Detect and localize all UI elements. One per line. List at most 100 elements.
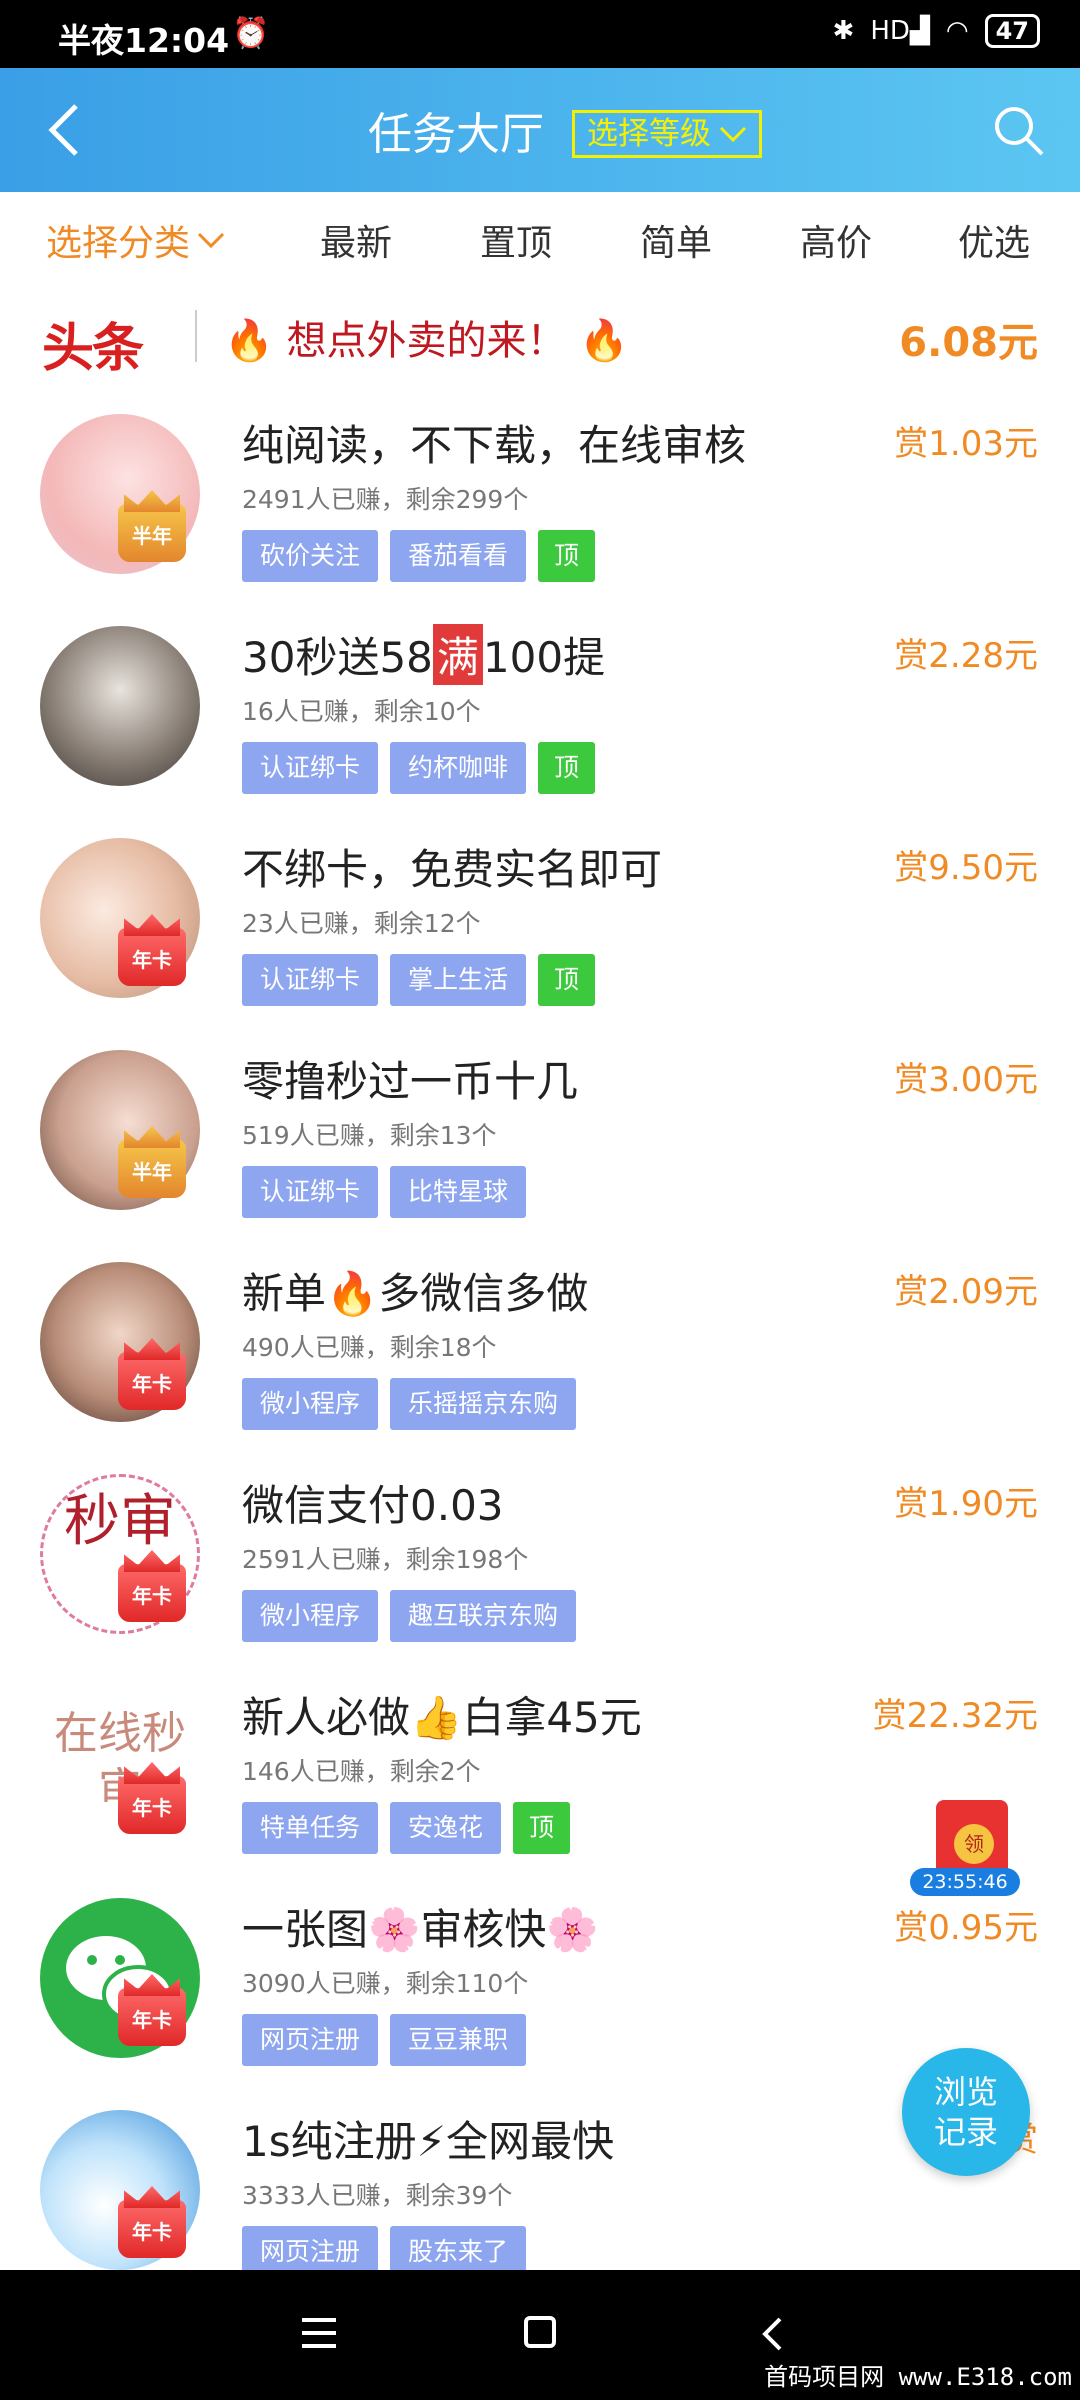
flower-icon: 🌸 xyxy=(546,1905,599,1954)
task-title: 新人必做👍白拿45元 xyxy=(242,1693,642,1742)
task-tag: 认证绑卡 xyxy=(242,742,379,794)
crown-badge: 半年 xyxy=(118,1140,186,1198)
crown-badge: 年卡 xyxy=(118,1352,186,1410)
task-tag: 认证绑卡 xyxy=(242,1166,379,1218)
crown-badge: 年卡 xyxy=(118,2200,186,2258)
task-title: 不绑卡，免费实名即可 xyxy=(242,845,663,894)
task-reward: 赏2.09元 xyxy=(894,1272,1038,1312)
crown-badge: 年卡 xyxy=(118,1564,186,1622)
task-reward: 赏2.28元 xyxy=(894,636,1038,676)
task-title: 微信支付0.03 xyxy=(242,1481,504,1530)
battery-icon: 47 xyxy=(984,14,1040,48)
page-title: 任务大厅 xyxy=(368,109,544,160)
task-reward: 赏0.95元 xyxy=(894,1908,1038,1948)
pinned-tag: 顶 xyxy=(538,954,596,1006)
task-list: 半年 纯阅读，不下载，在线审核 赏1.03元 2491人已赚，剩余299个 砍价… xyxy=(0,384,1080,2292)
task-item[interactable]: 秒审 年卡 微信支付0.03 赏1.90元 2591人已赚，剩余198个 微小程… xyxy=(0,1444,1080,1656)
task-stats: 2491人已赚，剩余299个 xyxy=(242,485,529,514)
tab-featured[interactable]: 优选 xyxy=(958,214,1030,266)
crown-badge: 年卡 xyxy=(118,928,186,986)
task-tag: 掌上生活 xyxy=(390,954,527,1006)
status-icons: ✱ HD▟ ◠ 47 xyxy=(833,14,1040,48)
status-bar: 半夜12:04 ⏰ ✱ HD▟ ◠ 47 xyxy=(0,0,1080,68)
alarm-icon: ⏰ xyxy=(232,16,270,51)
crown-badge: 年卡 xyxy=(118,1776,186,1834)
task-tag: 比特星球 xyxy=(390,1166,527,1218)
task-stats: 146人已赚，剩余2个 xyxy=(242,1757,481,1786)
task-tag: 豆豆兼职 xyxy=(390,2014,527,2066)
search-icon[interactable] xyxy=(990,102,1046,158)
headline-logo: 头条 xyxy=(42,319,144,379)
wifi-icon: ◠ xyxy=(945,16,969,46)
home-icon[interactable] xyxy=(524,2316,556,2348)
task-reward: 赏9.50元 xyxy=(894,848,1038,888)
fire-icon: 🔥 xyxy=(224,318,274,364)
crown-badge: 年卡 xyxy=(118,1988,186,2046)
pinned-tag: 顶 xyxy=(538,742,596,794)
task-tag: 特单任务 xyxy=(242,1802,379,1854)
chevron-down-icon xyxy=(719,126,747,143)
task-tag: 约杯咖啡 xyxy=(390,742,527,794)
task-title: 新单🔥多微信多做 xyxy=(242,1269,589,1318)
signal-icon: HD▟ xyxy=(870,16,930,46)
task-title: 零撸秒过一币十几 xyxy=(242,1057,579,1106)
category-select-label: 选择分类 xyxy=(46,223,191,264)
task-tag: 乐摇摇京东购 xyxy=(390,1378,577,1430)
task-tag: 安逸花 xyxy=(390,1802,502,1854)
task-tag: 微小程序 xyxy=(242,1378,379,1430)
task-item[interactable]: 半年 纯阅读，不下载，在线审核 赏1.03元 2491人已赚，剩余299个 砍价… xyxy=(0,384,1080,596)
status-time: 半夜12:04 xyxy=(58,21,230,60)
chevron-down-icon xyxy=(197,232,225,249)
level-select[interactable]: 选择等级 xyxy=(572,110,762,158)
red-packet-widget[interactable]: 领 23:55:46 xyxy=(900,1800,1030,1900)
divider xyxy=(195,310,197,362)
menu-icon[interactable] xyxy=(302,2318,336,2357)
browse-history-button[interactable]: 浏览 记录 xyxy=(902,2048,1030,2176)
pinned-tag: 顶 xyxy=(513,1802,571,1854)
task-stats: 490人已赚，剩余18个 xyxy=(242,1333,497,1362)
task-item[interactable]: 年卡 新单🔥多微信多做 赏2.09元 490人已赚，剩余18个 微小程序 乐摇摇… xyxy=(0,1232,1080,1444)
bluetooth-icon: ✱ xyxy=(832,16,855,46)
fire-icon: 🔥 xyxy=(326,1269,379,1318)
avatar xyxy=(40,626,200,786)
headline-banner[interactable]: 头条 🔥 想点外卖的来！ 🔥 6.08元 xyxy=(0,292,1080,384)
task-tag: 番茄看看 xyxy=(390,530,527,582)
task-item[interactable]: 年卡 不绑卡，免费实名即可 赏9.50元 23人已赚，剩余12个 认证绑卡 掌上… xyxy=(0,808,1080,1020)
pinned-tag: 顶 xyxy=(538,530,596,582)
back-icon[interactable] xyxy=(42,100,92,160)
tab-simple[interactable]: 简单 xyxy=(640,214,712,266)
task-reward: 赏22.32元 xyxy=(872,1696,1038,1736)
tab-newest[interactable]: 最新 xyxy=(320,214,392,266)
tab-high-price[interactable]: 高价 xyxy=(800,214,872,266)
system-nav-bar: 首码项目网 www.E318.com xyxy=(0,2270,1080,2400)
countdown-timer: 23:55:46 xyxy=(910,1868,1020,1896)
flower-icon: 🌸 xyxy=(368,1905,421,1954)
task-stats: 3090人已赚，剩余110个 xyxy=(242,1969,529,1998)
task-tag: 趣互联京东购 xyxy=(390,1590,577,1642)
task-stats: 519人已赚，剩余13个 xyxy=(242,1121,497,1150)
task-tag: 微小程序 xyxy=(242,1590,379,1642)
task-title: 纯阅读，不下载，在线审核 xyxy=(242,421,747,470)
task-tag: 网页注册 xyxy=(242,2014,379,2066)
task-stats: 16人已赚，剩余10个 xyxy=(242,697,481,726)
level-select-label: 选择等级 xyxy=(587,116,711,152)
task-stats: 23人已赚，剩余12个 xyxy=(242,909,481,938)
task-item[interactable]: 半年 零撸秒过一币十几 赏3.00元 519人已赚，剩余13个 认证绑卡 比特星… xyxy=(0,1020,1080,1232)
back-icon[interactable] xyxy=(760,2316,784,2352)
category-select[interactable]: 选择分类 xyxy=(46,214,226,266)
crown-badge: 半年 xyxy=(118,504,186,562)
task-title: 1s纯注册⚡全网最快 xyxy=(242,2117,615,2166)
thumbs-up-icon: 👍 xyxy=(410,1693,463,1742)
app-header: 任务大厅 选择等级 xyxy=(0,68,1080,192)
task-stats: 3333人已赚，剩余39个 xyxy=(242,2181,513,2210)
headline-text: 🔥 想点外卖的来！ 🔥 xyxy=(224,318,630,364)
headline-price: 6.08元 xyxy=(899,320,1038,366)
watermark: 首码项目网 www.E318.com xyxy=(764,2363,1072,2391)
tab-pinned[interactable]: 置顶 xyxy=(480,214,552,266)
task-reward: 赏3.00元 xyxy=(894,1060,1038,1100)
task-stats: 2591人已赚，剩余198个 xyxy=(242,1545,529,1574)
fire-icon: 🔥 xyxy=(579,318,630,364)
task-tag: 砍价关注 xyxy=(242,530,379,582)
task-item[interactable]: 30秒送58满100提 赏2.28元 16人已赚，剩余10个 认证绑卡 约杯咖啡… xyxy=(0,596,1080,808)
task-reward: 赏1.90元 xyxy=(894,1484,1038,1524)
